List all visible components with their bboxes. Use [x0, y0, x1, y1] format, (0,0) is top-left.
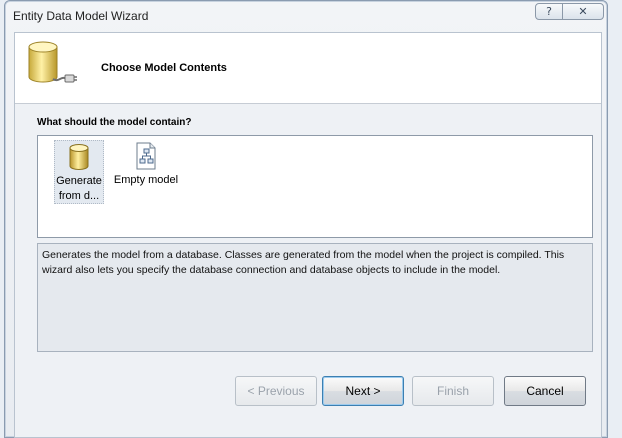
previous-button[interactable]: < Previous — [235, 376, 317, 406]
close-icon: ✕ — [578, 5, 588, 18]
wizard-body: Choose Model Contents What should the mo… — [14, 32, 602, 438]
next-button[interactable]: Next > — [322, 376, 404, 406]
choice-label: Empty model — [113, 174, 179, 186]
empty-model-icon — [136, 142, 156, 170]
title-bar: Entity Data Model Wizard ? ✕ — [5, 1, 607, 31]
page-title: Choose Model Contents — [101, 62, 227, 74]
model-contents-question: What should the model contain? — [37, 117, 192, 128]
wizard-window: Entity Data Model Wizard ? ✕ Choose Mode… — [4, 0, 608, 438]
choice-generate-from-database[interactable]: Generate from d... — [54, 140, 104, 204]
help-icon: ? — [546, 5, 552, 18]
wizard-header: Choose Model Contents — [15, 33, 601, 104]
choice-label: Generate — [56, 175, 102, 187]
finish-button[interactable]: Finish — [412, 376, 494, 406]
database-plug-icon — [28, 41, 77, 83]
close-button[interactable]: ✕ — [562, 3, 604, 20]
choice-label: from d... — [58, 190, 100, 202]
cancel-button[interactable]: Cancel — [504, 376, 586, 406]
help-button[interactable]: ? — [535, 3, 563, 20]
description-panel: Generates the model from a database. Cla… — [37, 243, 593, 352]
database-icon — [69, 144, 89, 170]
choice-empty-model[interactable]: Empty model — [110, 140, 182, 188]
window-title: Entity Data Model Wizard — [13, 9, 149, 23]
description-text: Generates the model from a database. Cla… — [42, 249, 565, 276]
model-contents-list[interactable]: Generate from d... Empty model — [37, 135, 593, 238]
